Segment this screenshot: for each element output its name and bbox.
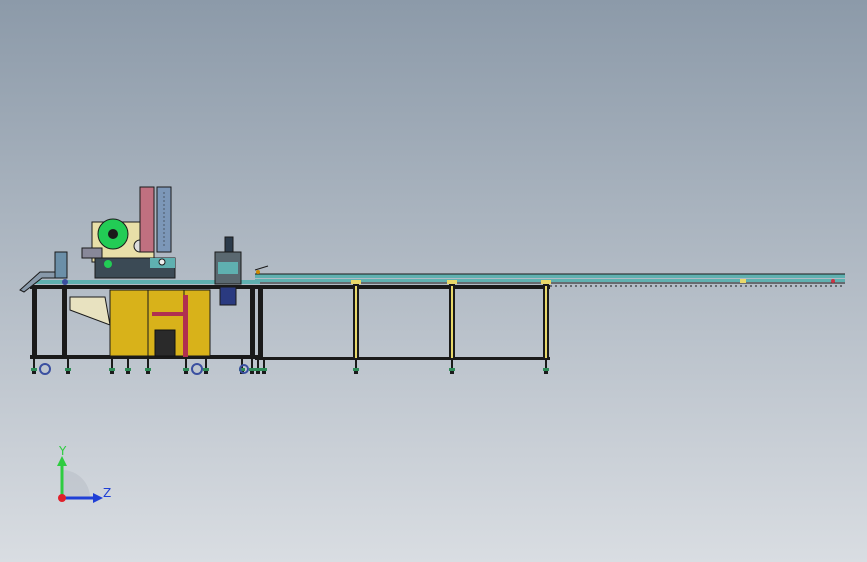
cad-scene[interactable]: Y Z <box>0 0 867 562</box>
drive-pulley <box>158 258 166 266</box>
infeed-roller <box>62 279 68 285</box>
base-beam-right <box>255 357 550 360</box>
z-axis-label: Z <box>103 486 111 500</box>
cabinet-red-bar <box>152 312 186 316</box>
conveyor-rail-top <box>255 274 845 278</box>
conveyor-slider <box>740 279 746 283</box>
y-axis-label: Y <box>58 444 67 458</box>
sensor-dot <box>256 270 260 274</box>
magazine-tower-red[interactable] <box>139 186 155 253</box>
leg-mid-a <box>250 287 255 359</box>
leg-left-inner <box>62 287 67 359</box>
head-bracket <box>81 247 103 259</box>
table-top-beam <box>30 285 550 289</box>
leg-left-outer <box>32 287 37 359</box>
motor-head <box>224 236 234 253</box>
cabinet-door <box>154 329 176 357</box>
cabinet-red-post <box>183 295 188 357</box>
cad-viewport[interactable]: Y Z <box>0 0 867 562</box>
motor-gearbox <box>219 286 237 306</box>
label-roll-hub <box>108 229 118 239</box>
leg-mid-b <box>258 287 263 359</box>
conveyor-end-marker <box>831 279 835 283</box>
infeed-box <box>54 251 68 279</box>
drive-gear <box>104 260 112 268</box>
motor-housing <box>218 262 238 274</box>
x-axis-dot <box>58 494 66 502</box>
